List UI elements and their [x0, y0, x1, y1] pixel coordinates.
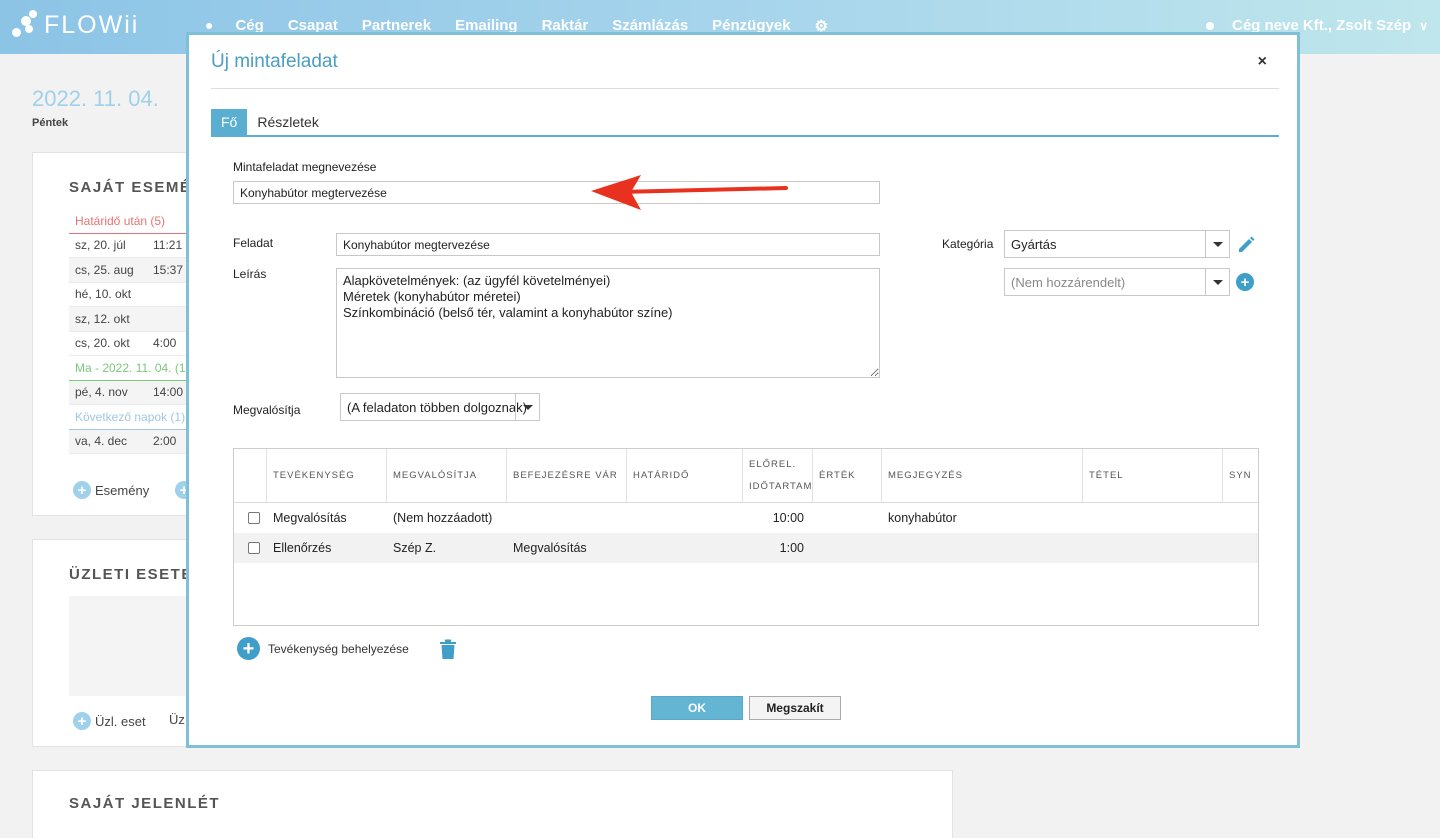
col-waits-for[interactable]: BEFEJEZÉSRE VÁR — [506, 449, 628, 503]
add-event-link[interactable]: + Esemény — [73, 481, 149, 499]
subcategory-select[interactable]: (Nem hozzárendelt) — [1004, 268, 1230, 296]
event-row-label: va, 4. dec — [75, 434, 128, 449]
add-business-case-link[interactable]: + Üzl. eset — [73, 712, 146, 730]
tab-main[interactable]: Fő — [211, 109, 248, 135]
tab-details[interactable]: Részletek — [247, 109, 328, 135]
task-label: Feladat — [233, 236, 274, 250]
event-row-label: sz, 20. júl — [75, 238, 126, 253]
divider — [211, 88, 1279, 89]
col-syn[interactable]: SYN — [1222, 449, 1260, 503]
event-row-label: hé, 10. okt — [75, 287, 132, 302]
col-activity[interactable]: TEVÉKENYSÉG — [266, 449, 388, 503]
logo-text: FLOWii — [44, 10, 140, 39]
event-row-label: pé, 4. nov — [75, 385, 128, 400]
cell-duration: 10:00 — [772, 511, 804, 525]
new-template-task-dialog: Új mintafeladat × Fő Részletek Mintafela… — [186, 32, 1300, 748]
event-row-time: 4:00 — [153, 336, 177, 351]
performer-label: Megvalósítja — [233, 403, 301, 417]
cell-duration: 1:00 — [779, 541, 804, 555]
chevron-down-icon: ∨ — [1419, 18, 1428, 33]
task-input[interactable]: Konyhabútor megtervezése — [336, 233, 880, 256]
event-row-label: Következő napok (1) — [75, 409, 186, 424]
current-date: 2022. 11. 04. — [32, 86, 159, 111]
plus-circle-icon: + — [73, 712, 91, 730]
cell-activity: Ellenőrzés — [273, 541, 332, 555]
ok-button[interactable]: OK — [651, 696, 743, 720]
event-row-time: 11:21 — [153, 238, 183, 253]
events-card: SAJÁT ESEMÉ Határidő után (5) sz, 20. júl… — [32, 152, 229, 516]
category-select[interactable]: Gyártás — [1004, 230, 1230, 258]
edit-pencil-icon[interactable] — [1236, 235, 1256, 255]
col-performer[interactable]: MEGVALÓSÍTJA — [386, 449, 508, 503]
col-est-duration-line2: IDŐTARTAM — [749, 481, 813, 492]
event-row-label: cs, 20. okt — [75, 336, 130, 351]
add-event-label: Esemény — [95, 482, 150, 498]
events-card-title: SAJÁT ESEMÉ — [69, 179, 192, 196]
category-select-value: Gyártás — [1011, 236, 1057, 252]
business-cases-card: ÜZLETI ESETE + Üzl. eset Üz — [32, 539, 203, 747]
add-subcategory-plus-icon[interactable]: + — [1236, 273, 1254, 291]
row-checkbox[interactable] — [248, 512, 260, 524]
logo[interactable]: FLOWii — [12, 10, 139, 40]
cell-waits-for: Megvalósítás — [513, 541, 587, 555]
event-row-time: 14:00 — [153, 385, 184, 400]
dropdown-caret-icon — [1205, 269, 1229, 295]
business-cases-title: ÜZLETI ESETE — [69, 566, 193, 583]
event-row-time: 15:37 — [153, 262, 184, 277]
table-row[interactable]: Megvalósítás (Nem hozzáadott) 10:00 kony… — [234, 503, 1258, 533]
description-textarea[interactable] — [336, 268, 880, 378]
table-row[interactable]: Ellenőrzés Szép Z. Megvalósítás 1:00 — [234, 533, 1258, 563]
row-checkbox[interactable] — [248, 542, 260, 554]
cell-note: konyhabútor — [888, 511, 957, 525]
business-cases-chart-area — [69, 596, 203, 696]
col-value[interactable]: ÉRTÉK — [812, 449, 882, 503]
business-case-link-2[interactable]: Üz — [169, 712, 185, 727]
dropdown-caret-icon — [1205, 231, 1229, 257]
plus-circle-icon: + — [73, 481, 91, 499]
dialog-title: Új mintafeladat — [211, 51, 338, 72]
dialog-tabs: Fő Részletek — [211, 109, 1279, 137]
col-item[interactable]: TÉTEL — [1082, 449, 1222, 503]
table-header: TEVÉKENYSÉG MEGVALÓSÍTJA BEFEJEZÉSRE VÁR… — [234, 449, 1258, 503]
annotation-arrow-icon — [591, 175, 788, 210]
activities-table: TEVÉKENYSÉG MEGVALÓSÍTJA BEFEJEZÉSRE VÁR… — [233, 448, 1259, 626]
business-case-link-2-label: Üz — [169, 712, 185, 727]
performer-select-value: (A feladaton többen dolgoznak) — [347, 399, 527, 415]
performer-select[interactable]: (A feladaton többen dolgoznak) — [340, 393, 540, 421]
category-label: Kategória — [942, 237, 994, 251]
presence-card-title: SAJÁT JELENLÉT — [69, 795, 221, 812]
current-weekday: Péntek — [32, 117, 69, 129]
event-row-label: sz, 12. okt — [75, 311, 130, 326]
event-row-label: Ma - 2022. 11. 04. (1 — [75, 360, 186, 375]
cell-performer: (Nem hozzáadott) — [393, 511, 493, 525]
cell-performer: Szép Z. — [393, 541, 437, 555]
subcategory-select-value: (Nem hozzárendelt) — [1011, 274, 1126, 290]
dropdown-caret-icon — [515, 394, 539, 420]
col-deadline[interactable]: HATÁRIDŐ — [626, 449, 744, 503]
cancel-button[interactable]: Megszakít — [749, 696, 841, 720]
event-row-label: Határidő után (5) — [75, 213, 166, 228]
add-activity-button[interactable]: + Tevékenység behelyezése — [237, 637, 409, 660]
event-row-time: 2:00 — [153, 434, 177, 449]
add-activity-label: Tevékenység behelyezése — [268, 641, 409, 656]
add-business-case-label: Üzl. eset — [95, 713, 146, 729]
plus-circle-icon: + — [237, 637, 260, 660]
col-est-duration[interactable]: ELŐREL. IDŐTARTAM — [742, 449, 812, 503]
description-label: Leírás — [233, 267, 267, 281]
event-row-label: cs, 25. aug — [75, 262, 134, 277]
trash-icon[interactable] — [439, 639, 457, 660]
col-est-duration-line1: ELŐREL. — [749, 459, 797, 470]
notification-dot-icon — [1206, 21, 1214, 30]
col-note[interactable]: MEGJEGYZÉS — [881, 449, 1081, 503]
logo-icon — [12, 10, 38, 40]
template-name-label: Mintafeladat megnevezése — [233, 160, 377, 174]
presence-card: SAJÁT JELENLÉT — [32, 770, 953, 838]
cell-activity: Megvalósítás — [273, 511, 347, 525]
close-icon[interactable]: × — [1258, 53, 1267, 71]
